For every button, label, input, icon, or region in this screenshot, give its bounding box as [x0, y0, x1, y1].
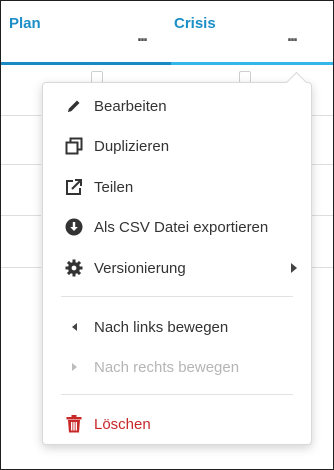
pencil-icon — [63, 98, 85, 114]
arrow-left-icon — [63, 323, 85, 331]
menu-item-versioning[interactable]: Versionierung — [43, 250, 311, 286]
menu-divider — [61, 296, 293, 297]
row-divider — [1, 164, 41, 165]
column-title-plan[interactable]: Plan — [9, 15, 41, 32]
menu-item-label: Nach rechts bewegen — [94, 358, 240, 376]
menu-divider — [61, 394, 293, 395]
column-underline-crisis — [171, 62, 333, 65]
row-divider — [1, 115, 41, 116]
share-icon — [63, 178, 85, 196]
menu-item-label: Löschen — [94, 415, 151, 433]
menu-item-edit[interactable]: Bearbeiten — [43, 88, 311, 124]
column-options-menu: Bearbeiten Duplizieren Teilen Als CSV Da… — [42, 71, 312, 445]
submenu-arrow-icon — [291, 263, 297, 273]
menu-item-label: Versionierung — [94, 259, 186, 277]
menu-item-share[interactable]: Teilen — [43, 169, 311, 205]
menu-item-move-right: Nach rechts bewegen — [43, 349, 311, 385]
menu-item-export-csv[interactable]: Als CSV Datei exportieren — [43, 209, 311, 245]
column-header-plan: Plan ... — [1, 1, 171, 65]
trash-icon — [63, 415, 85, 433]
duplicate-icon — [63, 137, 85, 155]
row-divider — [1, 267, 41, 268]
column-underline-plan — [1, 62, 171, 65]
arrow-right-icon — [63, 363, 85, 371]
menu-item-label: Nach links bewegen — [94, 318, 229, 336]
download-circle-icon — [63, 218, 85, 236]
column-title-crisis[interactable]: Crisis — [174, 15, 216, 32]
menu-item-label: Bearbeiten — [94, 97, 167, 115]
column-header-crisis: Crisis ... — [171, 1, 333, 65]
gear-icon — [63, 259, 85, 277]
menu-item-label: Teilen — [94, 178, 134, 196]
column-more-button-plan[interactable]: ... — [137, 25, 148, 46]
menu-item-delete[interactable]: Löschen — [43, 406, 311, 442]
menu-item-label: Als CSV Datei exportieren — [94, 218, 269, 236]
menu-item-label: Duplizieren — [94, 137, 170, 155]
menu-item-move-left[interactable]: Nach links bewegen — [43, 309, 311, 345]
screen-frame: Plan ... Crisis ... Bearbeiten Duplizier… — [0, 0, 334, 470]
row-divider — [1, 215, 41, 216]
column-more-button-crisis[interactable]: ... — [287, 25, 298, 46]
menu-item-duplicate[interactable]: Duplizieren — [43, 128, 311, 164]
